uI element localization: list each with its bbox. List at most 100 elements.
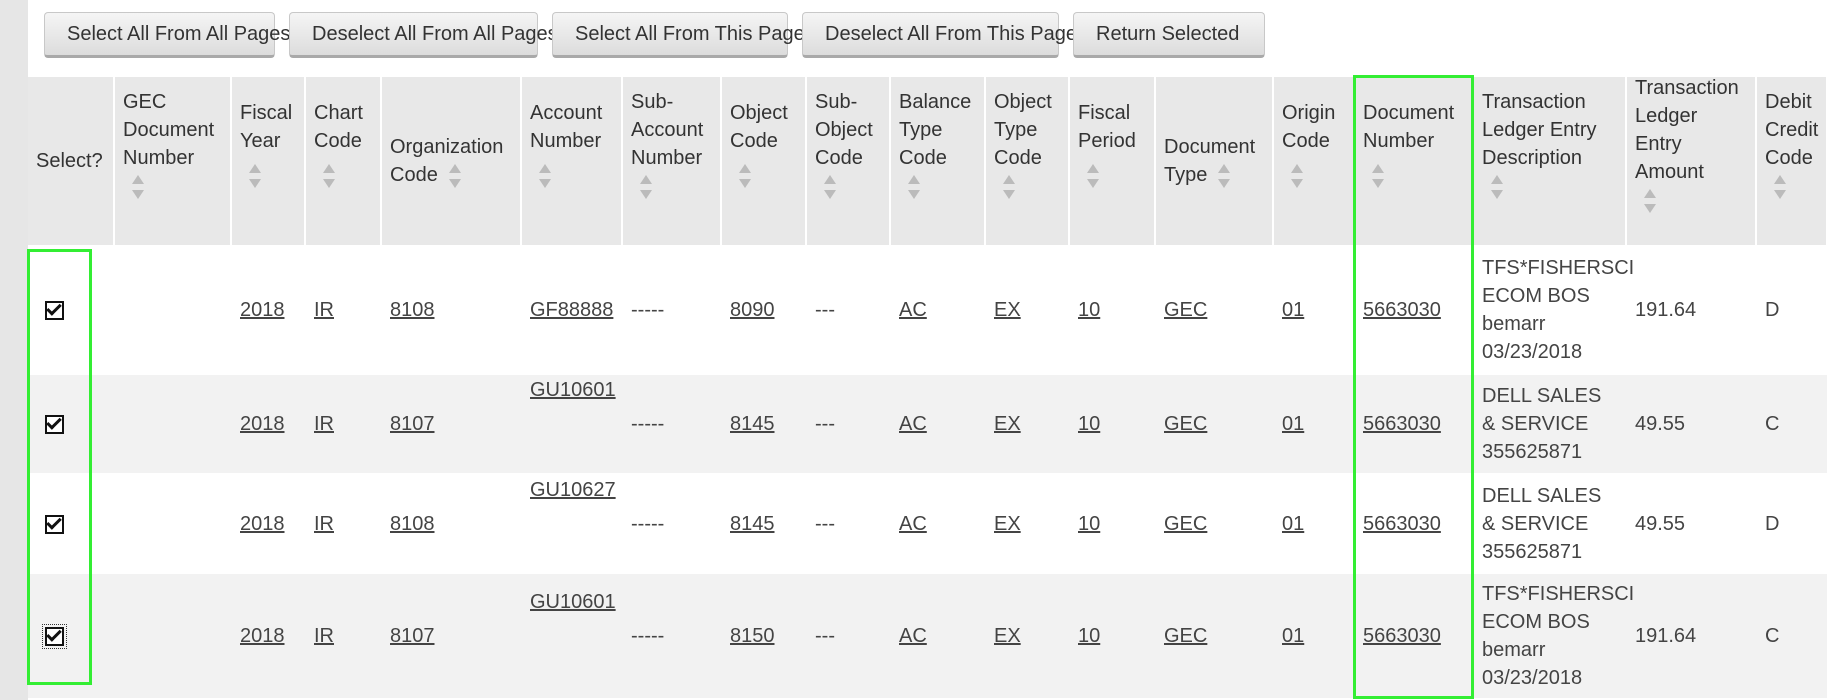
header-origin-code[interactable]: Origin Code [1273,77,1355,245]
sort-arrows-icon[interactable] [639,174,653,200]
document-type-link[interactable]: GEC [1164,413,1207,435]
sort-arrows-icon[interactable] [823,174,837,200]
origin-code-link[interactable]: 01 [1282,625,1304,647]
document-number-link[interactable]: 5663030 [1363,299,1441,321]
sort-arrows-icon[interactable] [907,174,921,200]
left-gutter [0,0,28,700]
debit-credit-code-cell: C [1756,375,1827,473]
object-type-code-link[interactable]: EX [994,625,1021,647]
document-number-link[interactable]: 5663030 [1363,625,1441,647]
row-select-checkbox[interactable] [42,624,67,650]
header-account-number[interactable]: Account Number [521,77,623,245]
sort-arrows-icon[interactable] [1371,163,1385,189]
document-number-link[interactable]: 5663030 [1363,413,1441,435]
header-description[interactable]: Transaction Ledger Entry Description [1473,77,1627,245]
sub-object-code-cell: --- [806,574,890,698]
object-code-link[interactable]: 8150 [730,625,775,647]
sort-arrows-icon[interactable] [538,163,552,189]
object-code-link[interactable]: 8090 [730,299,775,321]
deselect-all-from-all-pages-button[interactable]: Deselect All From All Pages [289,12,558,58]
organization-code-link[interactable]: 8107 [390,625,435,647]
sub-object-code-cell: --- [806,473,890,574]
document-type-link[interactable]: GEC [1164,513,1207,535]
row-select-checkbox[interactable] [45,301,64,321]
select-all-from-all-pages-button[interactable]: Select All From All Pages [44,12,290,58]
sort-arrows-icon[interactable] [322,163,336,189]
fiscal-period-link[interactable]: 10 [1078,513,1100,535]
sort-arrows-icon[interactable] [1490,174,1504,200]
sort-arrows-icon[interactable] [131,174,145,200]
organization-code-link[interactable]: 8108 [390,513,435,535]
balance-type-code-link[interactable]: AC [899,299,927,321]
chart-code-link[interactable]: IR [314,513,334,535]
balance-type-code-link[interactable]: AC [899,625,927,647]
sub-account-number-cell: ----- [622,375,721,473]
origin-code-link[interactable]: 01 [1282,299,1304,321]
sort-arrows-icon[interactable] [448,163,462,189]
account-number-link[interactable]: GU10627 [530,476,616,504]
object-type-code-link[interactable]: EX [994,299,1021,321]
organization-code-link[interactable]: 8107 [390,413,435,435]
header-debit-credit-code[interactable]: Debit Credit Code [1756,77,1827,245]
account-number-link[interactable]: GU10601 [530,376,616,404]
object-type-code-link[interactable]: EX [994,413,1021,435]
header-fiscal-year[interactable]: Fiscal Year [231,77,306,245]
sort-arrows-icon[interactable] [1773,174,1787,200]
header-chart-code[interactable]: Chart Code [305,77,382,245]
origin-code-link[interactable]: 01 [1282,513,1304,535]
header-sub-object-code[interactable]: Sub-Object Code [806,77,891,245]
header-amount[interactable]: Transaction Ledger Entry Amount [1626,77,1757,245]
sort-arrows-icon[interactable] [248,163,262,189]
sort-arrows-icon[interactable] [1290,163,1304,189]
object-code-link[interactable]: 8145 [730,413,775,435]
object-type-code-link[interactable]: EX [994,513,1021,535]
sort-arrows-icon[interactable] [1643,188,1657,214]
return-selected-button[interactable]: Return Selected [1073,12,1265,58]
chart-code-link[interactable]: IR [314,299,334,321]
sub-object-code-cell: --- [806,245,890,375]
header-object-code[interactable]: Object Code [721,77,807,245]
fiscal-period-link[interactable]: 10 [1078,625,1100,647]
fiscal-year-link[interactable]: 2018 [240,625,285,647]
header-organization-code[interactable]: Organization Code [381,77,522,245]
chart-code-link[interactable]: IR [314,625,334,647]
document-number-link[interactable]: 5663030 [1363,513,1441,535]
fiscal-year-link[interactable]: 2018 [240,413,285,435]
balance-type-code-link[interactable]: AC [899,413,927,435]
header-document-type[interactable]: Document Type [1155,77,1274,245]
header-gec-document-number[interactable]: GEC Document Number [114,77,232,245]
description-cell: DELL SALES & SERVICE 355625871 [1473,473,1626,574]
organization-code-link[interactable]: 8108 [390,299,435,321]
header-sub-account-number[interactable]: Sub-Account Number [622,77,722,245]
deselect-all-from-this-page-button[interactable]: Deselect All From This Page [802,12,1077,58]
account-number-link[interactable]: GU10601 [530,588,616,616]
header-object-type-code[interactable]: Object Type Code [985,77,1070,245]
sort-arrows-icon[interactable] [1217,163,1231,189]
fiscal-period-link[interactable]: 10 [1078,299,1100,321]
row-select-checkbox[interactable] [45,514,64,534]
header-document-number[interactable]: Document Number [1354,77,1474,245]
gec-document-number-cell [114,473,231,574]
row-select-checkbox[interactable] [45,415,64,435]
table-header-row: Select? GEC Document Number Fiscal Year … [28,77,1827,245]
fiscal-period-link[interactable]: 10 [1078,413,1100,435]
object-code-link[interactable]: 8145 [730,513,775,535]
header-fiscal-period[interactable]: Fiscal Period [1069,77,1156,245]
sort-arrows-icon[interactable] [738,163,752,189]
debit-credit-code-cell: D [1756,473,1827,574]
account-number-link[interactable]: GF88888 [530,299,613,321]
fiscal-year-link[interactable]: 2018 [240,513,285,535]
balance-type-code-link[interactable]: AC [899,513,927,535]
sub-account-number-cell: ----- [622,473,721,574]
select-all-from-this-page-button[interactable]: Select All From This Page [552,12,805,58]
fiscal-year-link[interactable]: 2018 [240,299,285,321]
amount-cell: 49.55 [1626,375,1756,473]
sort-arrows-icon[interactable] [1002,174,1016,200]
table-row: 2018 IR 8108 GU10627 ----- 8145 --- AC E… [28,473,1827,574]
origin-code-link[interactable]: 01 [1282,413,1304,435]
document-type-link[interactable]: GEC [1164,299,1207,321]
sort-arrows-icon[interactable] [1086,163,1100,189]
chart-code-link[interactable]: IR [314,413,334,435]
header-balance-type-code[interactable]: Balance Type Code [890,77,986,245]
document-type-link[interactable]: GEC [1164,625,1207,647]
